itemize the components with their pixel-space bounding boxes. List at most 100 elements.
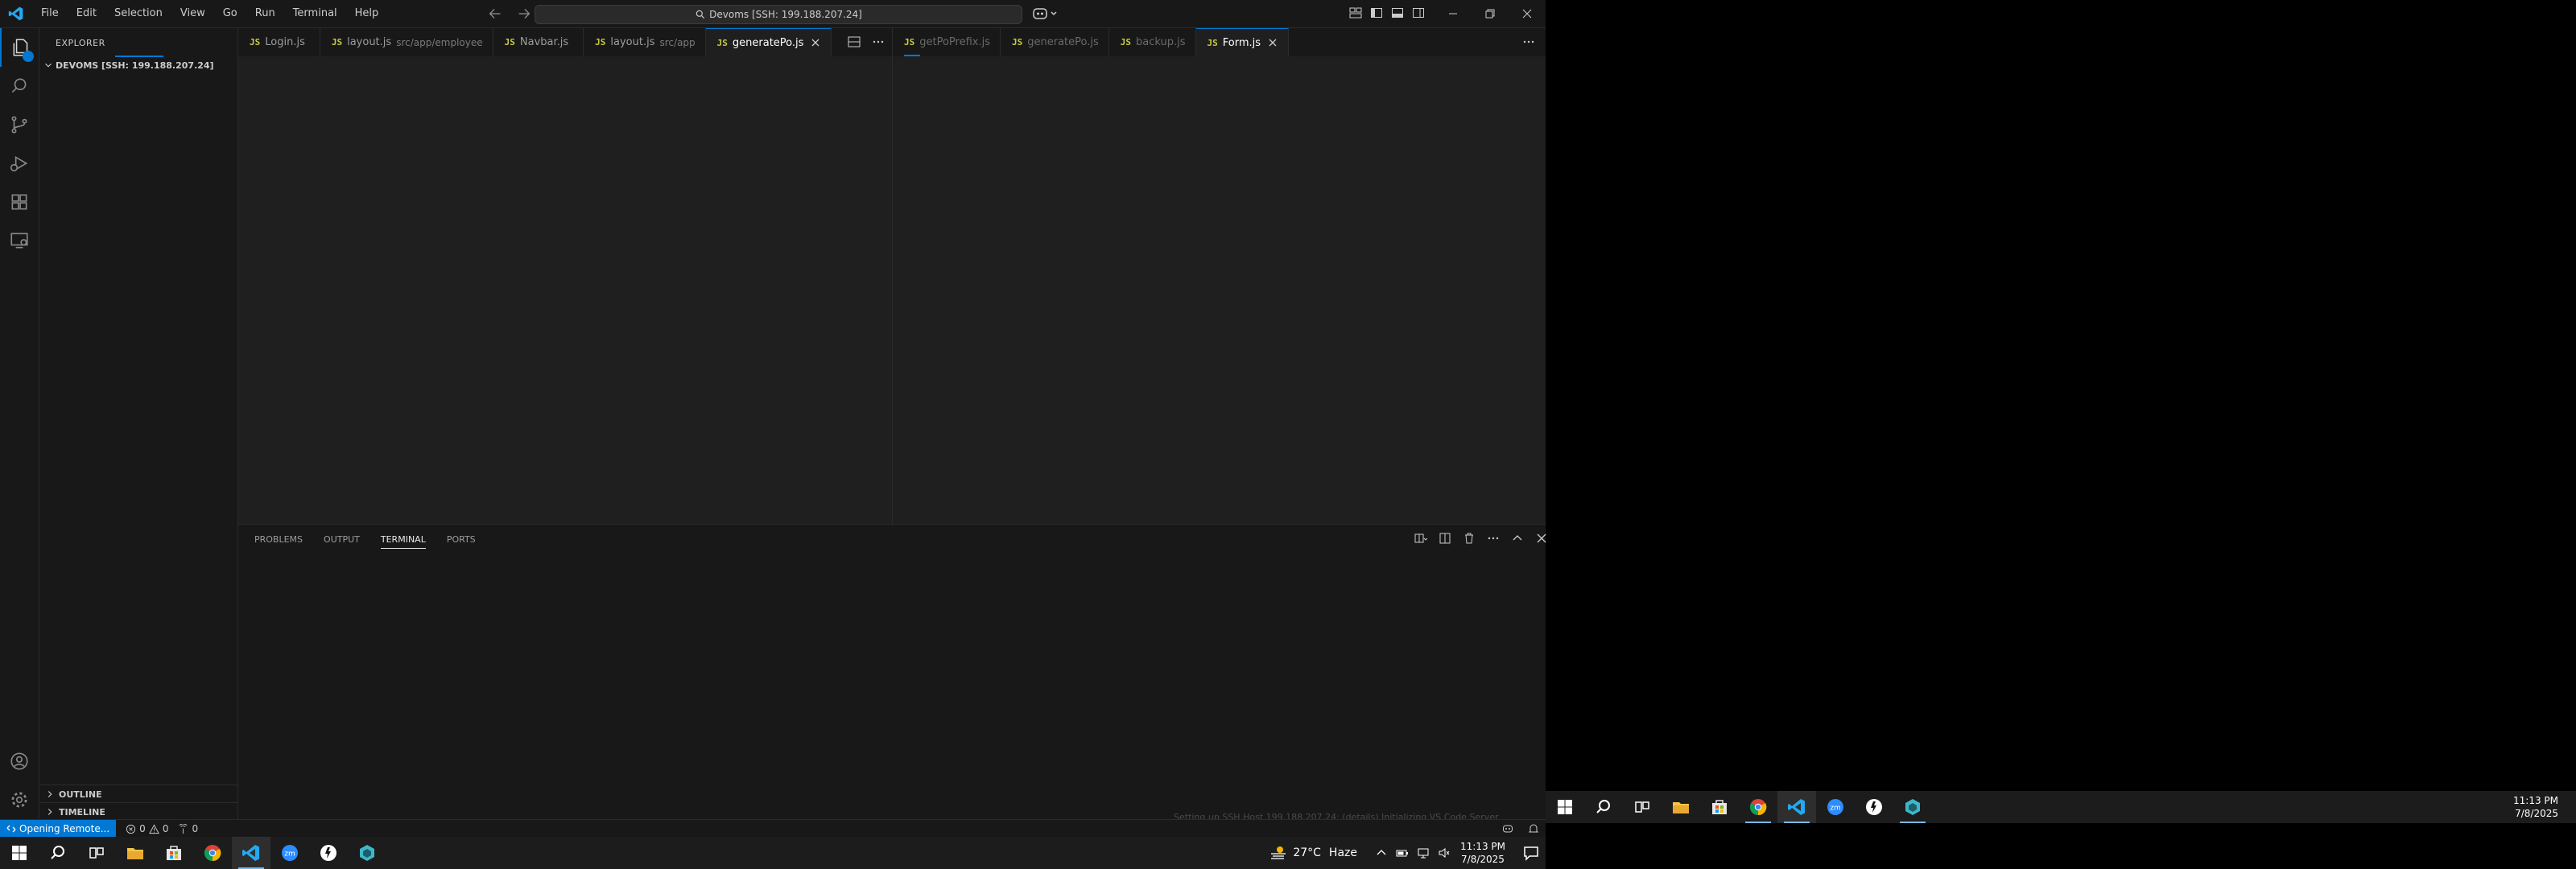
task-view-button-secondary[interactable] xyxy=(1623,791,1662,823)
tab-layout-js-app[interactable]: JS layout.js src/app xyxy=(584,28,706,56)
tab-generatepo-js[interactable]: JS generatePo.js xyxy=(705,28,832,56)
minimize-button[interactable] xyxy=(1435,0,1472,27)
menu-terminal[interactable]: Terminal xyxy=(284,0,346,27)
timeline-section[interactable]: TIMELINE xyxy=(39,802,237,821)
remote-explorer-icon xyxy=(10,233,28,249)
taskbar-search-secondary[interactable] xyxy=(1584,791,1623,823)
more-actions-icon[interactable] xyxy=(1521,35,1536,49)
close-icon xyxy=(1522,9,1532,19)
taskbar-file-explorer-secondary[interactable] xyxy=(1662,791,1700,823)
taskbar-chrome[interactable] xyxy=(193,837,232,869)
tab-generatepo-js-right[interactable]: JS generatePo.js xyxy=(1001,28,1109,56)
taskbar-clock[interactable]: 11:13 PM 7/8/2025 xyxy=(1460,840,1505,866)
close-button[interactable] xyxy=(1509,0,1546,27)
taskbar-app-circle[interactable] xyxy=(309,837,348,869)
weather-widget[interactable]: 27°C Haze xyxy=(1269,843,1357,863)
start-button-secondary[interactable] xyxy=(1546,791,1584,823)
activity-source-control[interactable] xyxy=(0,105,39,144)
menu-file[interactable]: File xyxy=(32,0,68,27)
panel-tab-terminal[interactable]: TERMINAL xyxy=(380,534,426,549)
notifications-icon[interactable] xyxy=(1528,823,1539,834)
remote-icon xyxy=(6,825,16,833)
explorer-root-folder[interactable]: DEVOMS [SSH: 199.188.207.24] xyxy=(43,60,214,71)
taskbar-store-secondary[interactable] xyxy=(1700,791,1739,823)
taskbar-zoom[interactable]: zm xyxy=(270,837,309,869)
menu-help[interactable]: Help xyxy=(346,0,388,27)
tab-form-js[interactable]: JS Form.js xyxy=(1195,28,1290,56)
customize-layout-icon[interactable] xyxy=(1349,6,1362,19)
activity-manage[interactable] xyxy=(0,780,39,819)
chevron-up-icon[interactable] xyxy=(1375,846,1388,859)
tab-backup-js[interactable]: JS backup.js xyxy=(1109,28,1196,56)
close-tab-icon[interactable] xyxy=(810,37,821,48)
volume-icon[interactable] xyxy=(1438,846,1451,859)
panel-tab-problems[interactable]: PROBLEMS xyxy=(254,534,303,549)
activity-run-debug[interactable] xyxy=(0,144,39,183)
command-center-search[interactable]: Devoms [SSH: 199.188.207.24] xyxy=(535,5,1022,24)
tab-loading-indicator xyxy=(904,55,920,56)
activity-extensions[interactable] xyxy=(0,183,39,221)
js-file-icon: JS xyxy=(504,37,515,47)
secondary-monitor-taskbar: zm 11:13 PM 7/8/2025 xyxy=(1546,791,2576,823)
chevron-down-icon xyxy=(45,63,52,68)
restore-button[interactable] xyxy=(1472,0,1509,27)
panel-tab-output[interactable]: OUTPUT xyxy=(324,534,360,549)
split-terminal-icon[interactable] xyxy=(1438,531,1452,546)
tab-layout-js-employee[interactable]: JS layout.js src/app/employee xyxy=(320,28,493,56)
chevron-up-icon[interactable] xyxy=(1510,531,1525,546)
menu-selection[interactable]: Selection xyxy=(105,0,171,27)
more-actions-icon[interactable] xyxy=(871,35,886,49)
menu-edit[interactable]: Edit xyxy=(68,0,105,27)
trash-icon[interactable] xyxy=(1462,531,1476,546)
activity-search[interactable] xyxy=(0,67,39,105)
remote-indicator[interactable]: Opening Remote... xyxy=(0,820,117,838)
taskbar-store[interactable] xyxy=(155,837,193,869)
taskbar-chrome-secondary[interactable] xyxy=(1739,791,1777,823)
editor-group-splitter[interactable] xyxy=(892,28,893,524)
copilot-icon[interactable] xyxy=(1032,6,1059,21)
running-app-indicator xyxy=(1784,822,1810,823)
taskbar-app-cube-secondary[interactable] xyxy=(1893,791,1932,823)
tab-getpoprefix-js[interactable]: JS getPoPrefix.js xyxy=(893,28,1001,56)
taskbar-file-explorer[interactable] xyxy=(116,837,155,869)
menu-view[interactable]: View xyxy=(171,0,214,27)
activity-accounts[interactable] xyxy=(0,742,39,780)
taskbar-app-circle-secondary[interactable] xyxy=(1855,791,1893,823)
task-view-button[interactable] xyxy=(77,837,116,869)
problems-status[interactable]: 0 0 xyxy=(126,823,168,834)
activity-explorer[interactable] xyxy=(0,28,40,67)
split-editor-icon[interactable] xyxy=(847,35,861,49)
taskbar-zoom-secondary[interactable]: zm xyxy=(1816,791,1855,823)
js-file-icon: JS xyxy=(904,37,915,47)
outline-section[interactable]: OUTLINE xyxy=(39,785,237,803)
toggle-panel-icon[interactable] xyxy=(1391,6,1404,19)
ports-status[interactable]: 0 xyxy=(178,823,198,834)
new-terminal-dropdown-icon[interactable] xyxy=(1414,531,1428,546)
arrow-left-icon[interactable] xyxy=(486,5,504,23)
taskbar-vscode-secondary[interactable] xyxy=(1777,791,1816,823)
taskbar-clock-secondary[interactable]: 11:13 PM 7/8/2025 xyxy=(2513,794,2558,820)
toggle-secondary-sidebar-icon[interactable] xyxy=(1412,6,1425,19)
toggle-primary-sidebar-icon[interactable] xyxy=(1370,6,1383,19)
panel-tab-ports[interactable]: PORTS xyxy=(447,534,476,549)
timeline-label: TIMELINE xyxy=(59,806,105,818)
editor-group-right-tabs: JS getPoPrefix.js JS generatePo.js JS ba… xyxy=(893,28,1546,56)
tab-navbar-js[interactable]: JS Navbar.js xyxy=(493,28,584,56)
menu-run[interactable]: Run xyxy=(246,0,284,27)
arrow-right-icon[interactable] xyxy=(515,5,533,23)
start-button[interactable] xyxy=(0,837,39,869)
action-center-button[interactable] xyxy=(1517,837,1546,869)
more-actions-icon[interactable] xyxy=(1486,531,1501,546)
tab-login-js[interactable]: JS Login.js xyxy=(238,28,320,56)
copilot-status-icon[interactable] xyxy=(1502,823,1513,834)
activity-remote-explorer[interactable] xyxy=(0,221,39,260)
taskbar-app-cube[interactable] xyxy=(348,837,386,869)
menu-go[interactable]: Go xyxy=(214,0,246,27)
network-icon[interactable] xyxy=(1417,846,1430,859)
taskbar-vscode[interactable] xyxy=(232,837,270,869)
close-tab-icon[interactable] xyxy=(1267,37,1278,48)
taskbar-search[interactable] xyxy=(39,837,77,869)
battery-icon[interactable] xyxy=(1396,846,1409,859)
close-icon[interactable] xyxy=(1534,531,1549,546)
js-file-icon: JS xyxy=(1207,37,1218,48)
